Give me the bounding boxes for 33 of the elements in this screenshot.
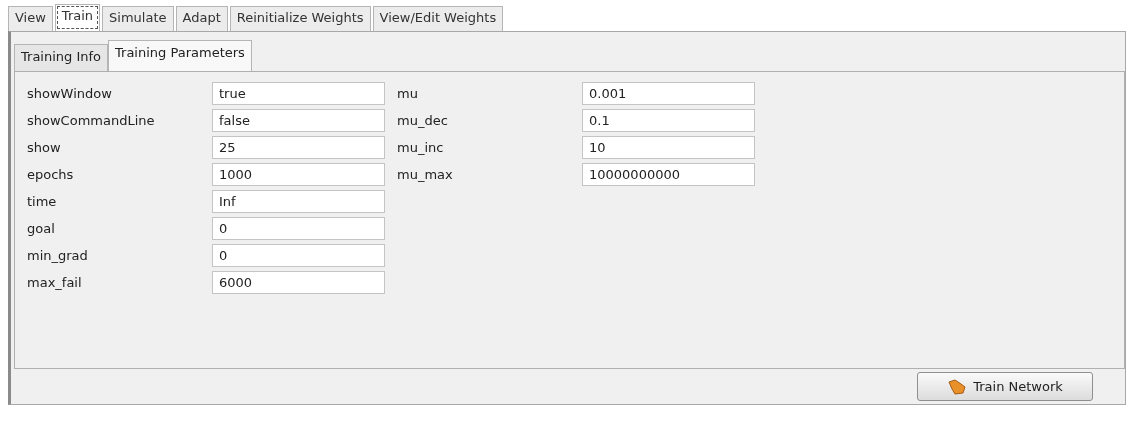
tab[interactable]: Adapt xyxy=(175,6,228,31)
parameter-label: show xyxy=(27,140,62,155)
tab[interactable]: Reinitialize Weights xyxy=(229,6,371,31)
parameter-label: mu xyxy=(397,86,419,101)
tab[interactable]: Training Info xyxy=(14,44,109,71)
input-field[interactable]: 1000 xyxy=(212,163,385,186)
parameter-label: goal xyxy=(27,221,56,236)
input-field[interactable]: 25 xyxy=(212,136,385,159)
parameter-label: time xyxy=(27,194,58,209)
input-field[interactable]: 10000000000 xyxy=(582,163,755,186)
input-field[interactable]: Inf xyxy=(212,190,385,213)
train-network-button[interactable]: Train Network xyxy=(917,372,1093,401)
tab[interactable]: Train xyxy=(54,4,101,31)
parameter-label: mu_inc xyxy=(397,140,445,155)
parameter-label: mu_max xyxy=(397,167,454,182)
tab[interactable]: View/Edit Weights xyxy=(372,6,504,31)
input-field[interactable]: 0 xyxy=(212,217,385,240)
parameter-label: showWindow xyxy=(27,86,113,101)
input-field[interactable]: 0.1 xyxy=(582,109,755,132)
parameter-label: max_fail xyxy=(27,275,83,290)
parameter-label: epochs xyxy=(27,167,75,182)
input-field[interactable]: 6000 xyxy=(212,271,385,294)
input-field[interactable]: 0 xyxy=(212,244,385,267)
parameter-label: min_grad xyxy=(27,248,89,263)
input-field[interactable]: false xyxy=(212,109,385,132)
tab[interactable]: View xyxy=(8,6,53,31)
parameter-label: showCommandLine xyxy=(27,113,156,128)
parameter-label: mu_dec xyxy=(397,113,449,128)
input-field[interactable]: 0.001 xyxy=(582,82,755,105)
tab[interactable]: Simulate xyxy=(102,6,174,31)
tab[interactable]: Training Parameters xyxy=(108,40,252,71)
input-field[interactable]: 10 xyxy=(582,136,755,159)
input-field[interactable]: true xyxy=(212,82,385,105)
